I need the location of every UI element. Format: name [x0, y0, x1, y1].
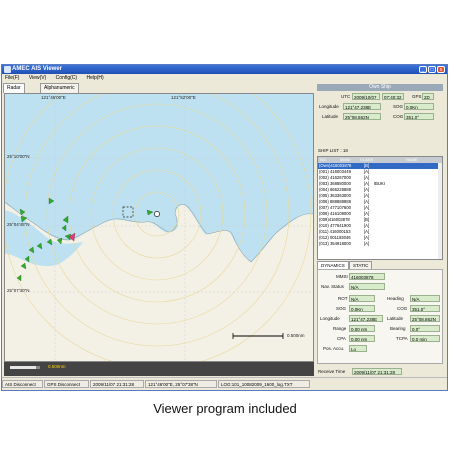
ship-list-row[interactable]: (013) 354918000 [A]: [318, 241, 442, 247]
tab-radar-view[interactable]: Radar View: [3, 83, 25, 100]
menu-bar: File(F) View(V) Config(C) Help(H): [2, 74, 447, 82]
ship-row-id: (011) 416000153: [319, 229, 351, 234]
lat-label-2: 25°04'45"N: [7, 222, 30, 227]
menu-view[interactable]: View(V): [29, 74, 46, 82]
dyn-lon-field: 121°47.238E: [349, 315, 383, 322]
dyn-lat-label: Latitude: [387, 316, 404, 321]
tcpa-label: TCPA: [396, 336, 408, 341]
own-cog-field: 351.0°: [404, 113, 434, 120]
dyn-cog-label: COG: [397, 306, 408, 311]
own-sog-field: 0.0Kn: [404, 103, 434, 110]
own-lat-field: 25°08.862N: [343, 113, 381, 120]
status-time: 2009/11/07 21:31:28: [90, 380, 144, 388]
ship-list-body: (Own)416003878 [B] (001) 416003449 [A] (002)…: [318, 163, 442, 247]
legend-scale-label: 0.500nm: [48, 364, 66, 369]
ship-list-title: SHIP LIST : 18: [318, 148, 348, 153]
scale-label: 0.500nm: [287, 333, 305, 338]
window-title: AMEC AIS Viewer: [12, 66, 63, 72]
utc-time-field: 07:40:32: [382, 93, 404, 100]
lat-label-1: 25°10'00"N: [7, 154, 30, 159]
info-panel: Own Ship UTC 2009/10/07 07:40:32 GPS 2D …: [315, 82, 447, 382]
rot-field: N/A: [349, 295, 375, 302]
nav-status-label: Nav. Status: [321, 284, 344, 289]
title-bar[interactable]: AMEC AIS Viewer _ □ x: [2, 65, 447, 74]
ship-row-id: (010) 477641900: [319, 223, 351, 228]
product-caption: Viewer program included: [153, 401, 297, 416]
ship-row-id: (012) 001193046: [319, 235, 351, 240]
ship-row-id: (002) 416267000: [319, 175, 351, 180]
own-sog-label: SOG: [393, 104, 404, 109]
own-ship-header: Own Ship: [317, 84, 443, 91]
ship-row-id: (005) 363363000: [319, 193, 351, 198]
close-button[interactable]: x: [437, 66, 445, 73]
own-ship-marker: [154, 211, 160, 217]
ship-row-id: (001) 416003449: [319, 169, 351, 174]
bearing-field: 0.0°: [410, 325, 440, 332]
tcpa-field: 0.0 min: [410, 335, 440, 342]
own-lat-label: Latitude: [322, 114, 339, 119]
menu-file[interactable]: File(F): [5, 74, 19, 82]
own-cog-label: COG: [393, 114, 404, 119]
status-gps: GPS Disconnect: [44, 380, 89, 388]
ship-row-class: [A]: [364, 241, 370, 246]
tab-alphanumeric-view[interactable]: Alphanumeric View: [40, 83, 79, 100]
minimize-button[interactable]: _: [419, 66, 427, 73]
ship-row-id: (009)416003878: [319, 217, 350, 222]
dyn-lat-field: 25°08.862N: [410, 315, 440, 322]
menu-help[interactable]: Help(H): [86, 74, 103, 82]
range-label: Range: [333, 326, 347, 331]
gps-field: 2D: [422, 93, 434, 100]
lat-label-3: 25°07'30"N: [7, 288, 30, 293]
dyn-cog-field: 351.0°: [410, 305, 440, 312]
ship-row-id: (004) 666228888: [319, 187, 351, 192]
ship-list[interactable]: NO. MMSI CLASS NAME (Own)416003878 [B] (00…: [317, 156, 443, 260]
receive-time-field: 2009/11/07 21:31:28: [352, 368, 402, 375]
bearing-label: Bearing: [390, 326, 406, 331]
chart-canvas: [5, 94, 313, 361]
range-field: 0.00 nm: [349, 325, 375, 332]
mmsi-field: 416003878: [349, 273, 385, 280]
gps-label: GPS: [412, 94, 422, 99]
ship-row-id: (Own)416003878: [319, 163, 352, 168]
ship-row-id: (006) 888888888: [319, 199, 351, 204]
radar-map[interactable]: 121°46'00"E 121°52'00"E 25°10'00"N 25°04…: [4, 93, 314, 362]
pos-accu-field: Lo: [349, 345, 367, 352]
maximize-button[interactable]: □: [428, 66, 436, 73]
cpa-label: CPA: [337, 336, 346, 341]
own-lon-field: 121°47.238E: [343, 103, 381, 110]
dynamics-panel: MMSI 416003878 Nav. Status N/A ROT N/A H…: [317, 269, 443, 364]
dyn-sog-field: 0.0Kn: [349, 305, 375, 312]
dyn-lon-label: Longitude: [320, 316, 340, 321]
status-position: 121°46'00"E, 25°07'38"N: [145, 380, 217, 388]
rot-label: ROT: [338, 296, 348, 301]
app-window: AMEC AIS Viewer _ □ x File(F) View(V) Co…: [1, 64, 448, 391]
utc-date-field: 2009/10/07: [352, 93, 380, 100]
utc-label: UTC: [341, 94, 351, 99]
ship-row-id: (007) 477107600: [319, 205, 351, 210]
receive-time-label: Receive Time: [318, 369, 346, 374]
lon-label-east: 121°52'00"E: [171, 95, 196, 100]
ship-row-id: (008) 416109000: [319, 211, 351, 216]
nav-status-field: N/A: [349, 283, 385, 290]
menu-config[interactable]: Config(C): [56, 74, 77, 82]
app-icon: [4, 66, 11, 73]
ship-row-id: (003) 368880000: [319, 181, 351, 186]
heading-field: N/A: [410, 295, 440, 302]
lon-label-west: 121°46'00"E: [41, 95, 66, 100]
status-log-file: LOG:101_10082009_1600_log.TXT: [218, 380, 310, 388]
pos-accu-label: Pos. Accu.: [323, 346, 345, 351]
status-ais: AIS Disconnect: [2, 380, 43, 388]
ship-list-scrollbar[interactable]: [438, 163, 442, 259]
heading-label: Heading: [387, 296, 404, 301]
mmsi-label: MMSI: [336, 274, 348, 279]
ship-row-id: (013) 354918000: [319, 241, 351, 246]
status-bar: AIS Disconnect GPS Disconnect 2009/11/07…: [2, 377, 447, 390]
map-legend-strip: 0.500nm: [4, 362, 314, 376]
own-lon-label: Longitude: [319, 104, 339, 109]
dyn-sog-label: SOG: [336, 306, 347, 311]
cpa-field: 0.00 nm: [349, 335, 375, 342]
